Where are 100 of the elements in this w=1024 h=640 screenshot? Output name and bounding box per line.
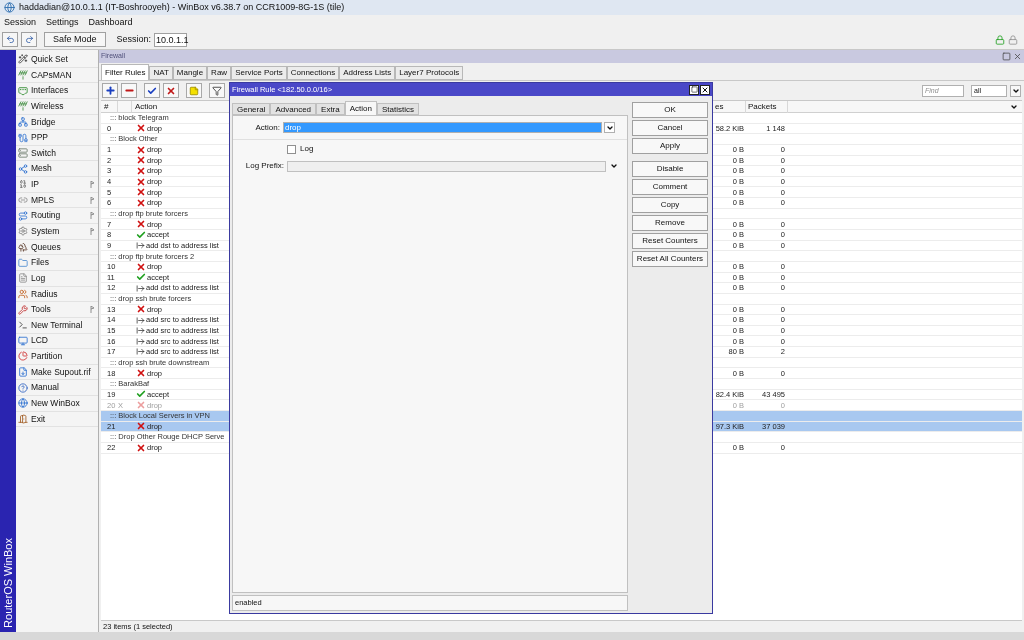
cross-icon [136, 261, 146, 272]
menu-item[interactable]: Session [4, 15, 37, 30]
sidebar-item[interactable]: LCD [16, 333, 98, 350]
enable-button[interactable] [144, 83, 160, 98]
log-checkbox[interactable] [287, 144, 296, 154]
arrow-icon [136, 336, 145, 346]
sidebar-item[interactable]: MPLS [16, 192, 98, 209]
dialog-button[interactable]: Reset All Counters [632, 251, 708, 267]
tab[interactable]: General [232, 103, 271, 115]
dialog-button[interactable]: Cancel [632, 120, 708, 136]
column-header[interactable]: Packets [746, 100, 788, 113]
sidebar-item[interactable]: Switch [16, 145, 98, 162]
dialog-button[interactable]: Comment [632, 179, 708, 195]
add-button[interactable] [102, 83, 118, 98]
sidebar-item[interactable]: Manual [16, 380, 98, 397]
log-label: Log [300, 143, 314, 155]
tab[interactable]: Advanced [270, 103, 317, 115]
close-icon[interactable] [1013, 52, 1022, 61]
sidebar-item[interactable]: Exit [16, 411, 98, 428]
menu-item[interactable]: Settings [46, 15, 79, 30]
cross-icon [136, 400, 146, 411]
check-icon [136, 389, 146, 400]
submenu-arrow-icon [90, 196, 95, 204]
tab[interactable]: Mangle [172, 66, 208, 80]
tab[interactable]: Statistics [376, 103, 419, 115]
sidebar-item[interactable]: New WinBox [16, 396, 98, 412]
column-header[interactable]: Action [132, 100, 230, 113]
sidebar-item[interactable]: System [16, 224, 98, 240]
dropdown-icon[interactable] [610, 162, 618, 170]
undo-button[interactable] [2, 32, 18, 47]
filter-button[interactable] [209, 83, 225, 98]
menu-icon [18, 69, 28, 80]
dropdown-button[interactable] [604, 122, 615, 133]
sidebar-item[interactable]: Queues [16, 239, 98, 256]
sidebar-item[interactable]: Bridge [16, 114, 98, 131]
check-icon [147, 85, 157, 96]
menu-icon [18, 195, 28, 206]
cross-icon [136, 442, 146, 453]
column-header[interactable]: es [714, 100, 746, 113]
sidebar-item[interactable]: New Terminal [16, 317, 98, 334]
tab[interactable]: Filter Rules [101, 64, 150, 80]
cross-icon [136, 144, 146, 155]
maximize-button[interactable] [689, 84, 699, 95]
sidebar-item[interactable]: Files [16, 255, 98, 271]
dialog-button[interactable]: Remove [632, 215, 708, 231]
sidebar-item[interactable]: Tools [16, 302, 98, 318]
cross-icon [136, 197, 146, 208]
remove-button[interactable] [121, 83, 137, 98]
menu-icon [18, 116, 28, 127]
menu-item[interactable]: Dashboard [88, 15, 133, 30]
redo-button[interactable] [21, 32, 37, 47]
log-prefix-label: Log Prefix: [244, 160, 285, 172]
sidebar-item[interactable]: PPP [16, 130, 98, 146]
log-prefix-field[interactable] [287, 160, 606, 172]
dialog-button[interactable]: OK [632, 102, 708, 118]
sidebar-item[interactable]: Partition [16, 349, 98, 365]
menu-icon [18, 320, 28, 331]
cross-icon [136, 368, 146, 379]
sidebar-item[interactable]: Mesh [16, 161, 98, 178]
session-field[interactable]: 10.0.1.1 [154, 32, 188, 47]
close-button[interactable] [700, 84, 710, 95]
tab[interactable]: Service Ports [231, 66, 287, 80]
dropdown-button[interactable] [1010, 84, 1021, 97]
sidebar-item[interactable]: Interfaces [16, 83, 98, 99]
arrow-icon [136, 283, 145, 293]
column-header[interactable]: # [101, 100, 118, 113]
tab[interactable]: Layer7 Protocols [395, 66, 464, 80]
sidebar-item[interactable]: Log [16, 270, 98, 287]
submenu-arrow-icon [90, 306, 95, 314]
tab[interactable]: Extra [316, 103, 345, 115]
menu-icon [18, 148, 28, 159]
dialog-button[interactable]: Copy [632, 197, 708, 213]
tab[interactable]: Address Lists [339, 66, 396, 80]
menu-icon [18, 226, 28, 237]
menu-icon [18, 304, 28, 315]
sidebar-item[interactable]: Routing [16, 208, 98, 225]
menu-icon [18, 367, 28, 378]
tab[interactable]: NAT [149, 66, 173, 80]
sidebar-item[interactable]: IP [16, 177, 98, 193]
dialog-button[interactable]: Apply [632, 138, 708, 154]
maximize-icon[interactable] [1002, 52, 1011, 61]
sidebar-item[interactable]: Make Supout.rif [16, 364, 98, 381]
cross-icon [136, 166, 146, 177]
window-title: haddadian@10.0.1.1 (IT-Boshrooyeh) - WinBox v6.38.7 on CCR1009-8G-1S (tile) [19, 0, 345, 14]
sidebar-item[interactable]: Quick Set [16, 52, 98, 68]
tab[interactable]: Raw [207, 66, 232, 80]
sidebar-item[interactable]: Radius [16, 286, 98, 303]
cross-icon [136, 123, 146, 134]
dialog-button[interactable]: Disable [632, 161, 708, 177]
disable-button[interactable] [163, 83, 179, 98]
dialog-button[interactable]: Reset Counters [632, 233, 708, 249]
menu-icon [18, 382, 28, 393]
sidebar-item[interactable]: CAPsMAN [16, 67, 98, 84]
tab[interactable]: Connections [286, 66, 340, 80]
check-icon [136, 272, 146, 283]
redo-icon [24, 35, 34, 44]
cross-icon [136, 187, 146, 198]
safe-mode-button[interactable]: Safe Mode [44, 32, 106, 47]
sidebar-item[interactable]: Wireless [16, 98, 98, 115]
tab[interactable]: Action [344, 101, 377, 115]
